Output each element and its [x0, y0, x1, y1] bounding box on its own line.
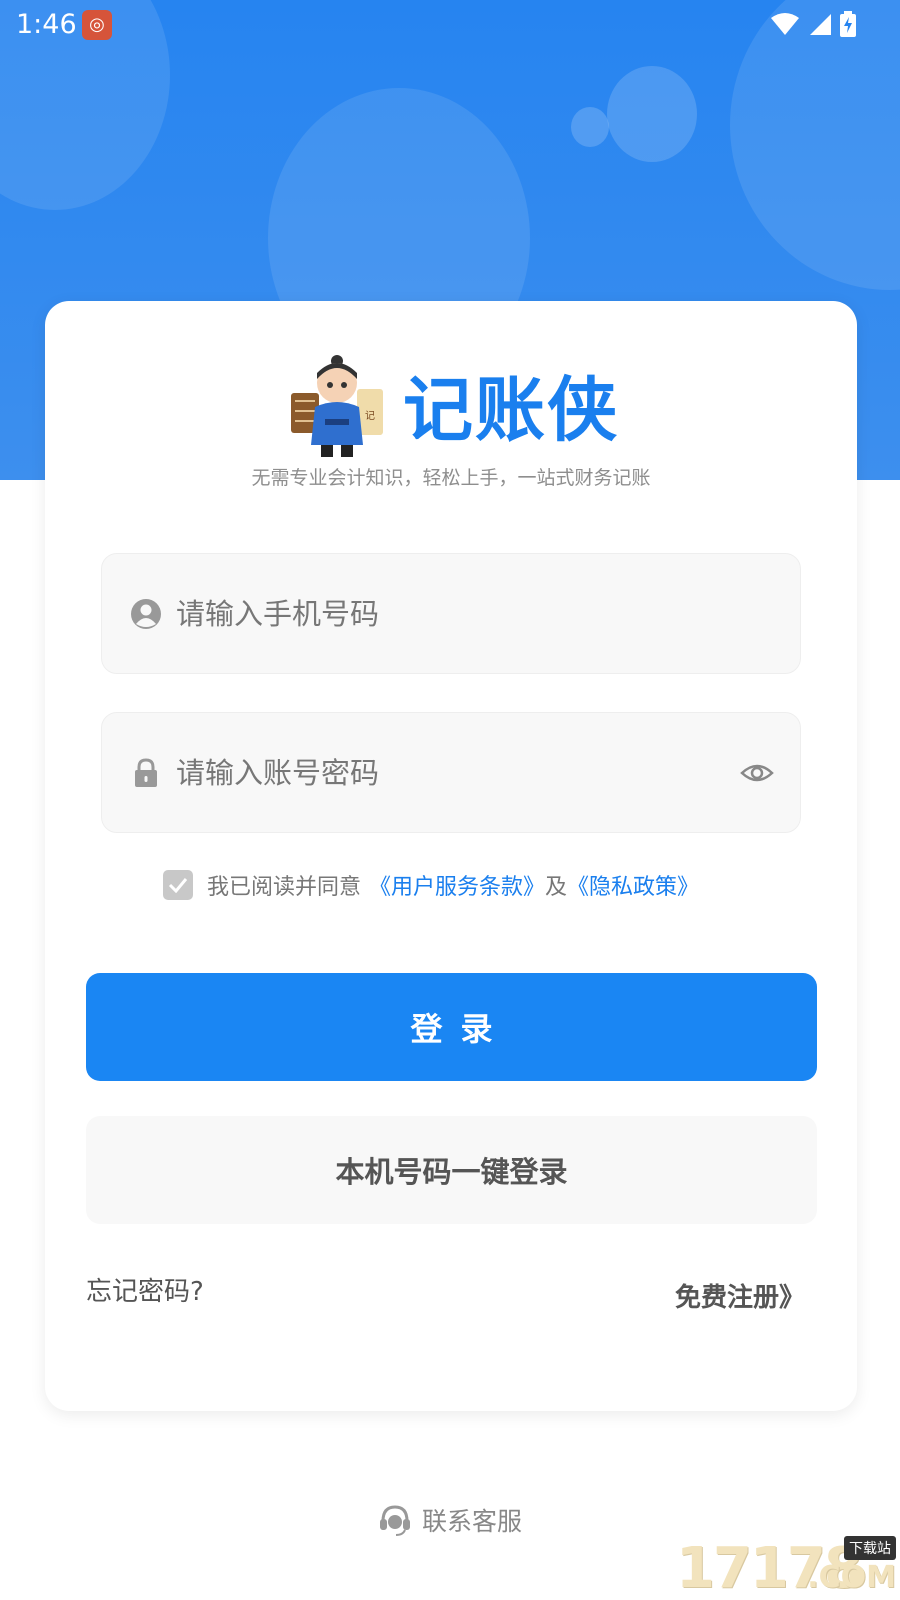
terms-link[interactable]: 《用户服务条款》	[369, 869, 545, 901]
login-button[interactable]: 登录	[86, 973, 817, 1081]
signal-icon	[810, 14, 831, 35]
wifi-icon	[771, 13, 799, 35]
battery-charging-icon	[840, 11, 856, 37]
one-click-login-button[interactable]: 本机号码一键登录	[86, 1116, 817, 1224]
mascot-icon: 记	[291, 355, 383, 457]
app-tagline: 无需专业会计知识，轻松上手，一站式财务记账	[251, 467, 651, 489]
user-icon	[131, 599, 161, 629]
forgot-password-link[interactable]: 忘记密码?	[86, 1271, 204, 1308]
agreement-row: 我已阅读并同意 《用户服务条款》 及 《隐私政策》	[163, 869, 699, 901]
password-input[interactable]	[176, 743, 716, 803]
app-name: 记账侠	[403, 368, 619, 451]
phone-field[interactable]	[101, 553, 801, 674]
phone-input[interactable]	[176, 584, 716, 644]
password-field[interactable]	[101, 712, 801, 833]
watermark-tag: 下载站	[844, 1536, 896, 1560]
login-card: 记 记账侠 无需专业会计知识，轻松上手，一站式财务记账 请输入手机号码 我已阅读…	[45, 301, 857, 1411]
register-link[interactable]: 免费注册》	[675, 1277, 805, 1314]
agreement-checkbox[interactable]	[163, 870, 193, 900]
decor-bubble	[607, 66, 697, 162]
status-icons	[770, 11, 856, 37]
checkmark-icon	[168, 878, 188, 893]
site-watermark: 17178 下载站 .COM	[676, 1536, 900, 1600]
brand-logo: 记 记账侠	[285, 349, 619, 459]
svg-text:记: 记	[365, 410, 375, 422]
agreement-text: 我已阅读并同意	[207, 875, 362, 900]
eye-icon[interactable]	[740, 757, 774, 789]
decor-bubble	[571, 107, 609, 147]
watermark-suffix: .COM	[807, 1560, 896, 1595]
agreement-conjunction: 及	[545, 875, 568, 900]
weibo-icon: ◎	[82, 10, 112, 40]
contact-support[interactable]: 联系客服	[0, 1502, 900, 1538]
privacy-link[interactable]: 《隐私政策》	[567, 869, 699, 901]
headset-icon	[379, 1505, 410, 1536]
contact-support-label: 联系客服	[421, 1507, 522, 1536]
lock-icon	[135, 758, 157, 787]
status-time: 1:46	[16, 9, 77, 40]
status-bar: 1:46 ◎	[0, 0, 900, 48]
